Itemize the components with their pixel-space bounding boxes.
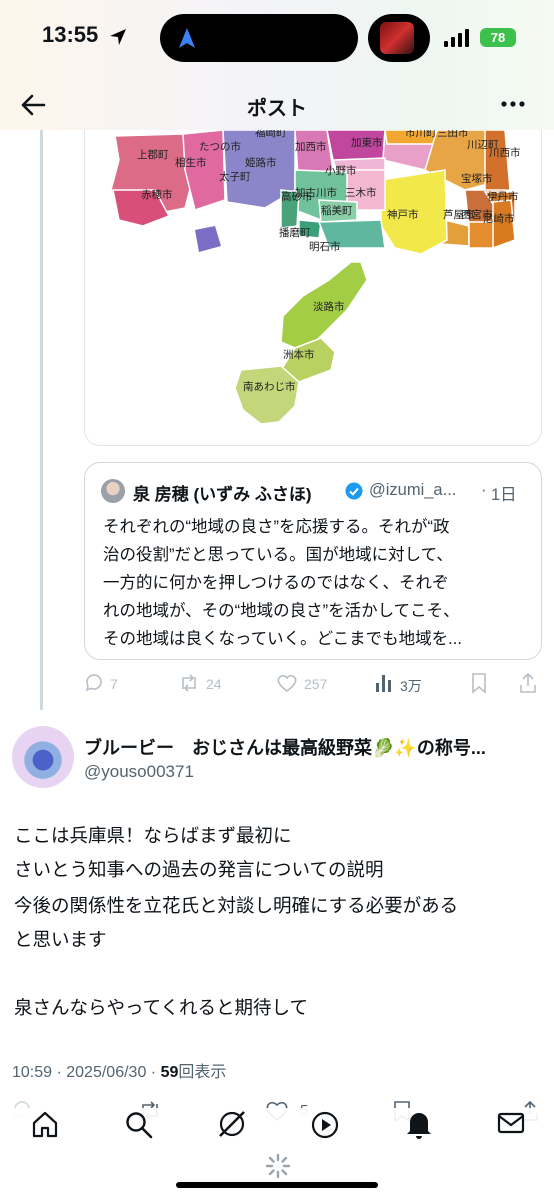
grok-icon[interactable]	[216, 1108, 248, 1140]
map-region-islands	[195, 226, 221, 252]
quoted-separator: ·	[481, 481, 487, 499]
loading-spinner-icon	[265, 1153, 291, 1179]
views-icon[interactable]	[374, 673, 394, 693]
dynamic-island	[160, 14, 358, 62]
quoted-author-avatar[interactable]	[101, 479, 125, 503]
map-label: 太子町	[219, 170, 251, 183]
quoted-text-line: 治の役割”だと思っている。国が地域に対して、	[103, 546, 453, 564]
post-author-name[interactable]: ブルービー おじさんは最高級野菜🥬✨の称号...	[84, 734, 486, 760]
map-label: 姫路市	[245, 156, 277, 169]
home-icon[interactable]	[30, 1110, 60, 1138]
views-count: 3万	[400, 678, 422, 694]
map-label: 伊丹市	[487, 190, 519, 203]
home-indicator	[176, 1182, 378, 1188]
post-text-line: 今後の関係性を立花氏と対談し明確にする必要がある	[14, 895, 459, 916]
quoted-text-line: それぞれの“地域の良さ”を応援する。それが“政	[103, 518, 450, 536]
bookmark-icon[interactable]	[470, 672, 488, 694]
map-label: 洲本市	[283, 348, 315, 361]
post-text-line: と思います	[14, 929, 107, 950]
map-label: 尼崎市	[483, 212, 515, 225]
quoted-post-time: 1日	[491, 486, 517, 504]
notifications-bell-icon[interactable]	[404, 1108, 434, 1140]
status-time: 13:55	[42, 22, 99, 47]
post-text-line: ここは兵庫県！ならばまず最初に	[14, 825, 292, 846]
more-options-icon[interactable]	[500, 100, 526, 108]
map-label: 加東市	[351, 136, 383, 149]
map-label: 南あわじ市	[243, 380, 296, 393]
verified-badge-icon	[345, 482, 363, 500]
page-title: ポスト	[247, 98, 307, 120]
map-label: 明石市	[309, 240, 341, 253]
like-icon[interactable]	[276, 673, 298, 693]
map-label: 神戸市	[387, 208, 419, 221]
post-text-line: 泉さんならやってくれると期待して	[14, 997, 308, 1018]
quoted-text-line: れの地域が、その“地域の良さ”を活かしてこそ、	[103, 602, 460, 620]
quoted-author-handle: @izumi_a...	[369, 481, 457, 499]
quoted-author-name[interactable]: 泉 房穂 (いずみ ふさほ)	[133, 480, 312, 505]
post-timestamp: 10:59 · 2025/06/30 ·	[12, 1064, 161, 1081]
map-image-card[interactable]: 福崎町 市川町 加西市 加東市 三田市 川西市 上郡町 たつの市 相生市 姫路市…	[84, 130, 542, 446]
reply-count: 7	[110, 676, 118, 692]
repost-icon[interactable]	[178, 673, 200, 693]
battery-indicator: 78	[480, 28, 516, 47]
map-label: 市川町	[405, 130, 437, 139]
post-text-line: さいとう知事への過去の発言についての説明	[14, 859, 384, 880]
map-label: 三木市	[345, 186, 377, 199]
signal-icon	[444, 29, 469, 47]
map-region-minamiawaji	[234, 365, 300, 425]
map-region-nishinomiya	[468, 221, 496, 249]
map-label: 小野市	[325, 164, 357, 177]
reply-icon[interactable]	[84, 673, 104, 693]
share-icon[interactable]	[518, 672, 538, 694]
map-label: 川辺町	[467, 139, 499, 151]
map-label: 稲美町	[321, 204, 353, 217]
map-label: たつの市	[199, 140, 241, 153]
quoted-text-line: 一方的に何かを押しつけるのではなく、それぞ	[103, 574, 449, 592]
map-label: 加西市	[295, 140, 327, 153]
quoted-text-line: その地域は良くなっていく。どこまでも地域を...	[103, 630, 462, 648]
map-label: 高砂市	[281, 190, 313, 203]
map-label: 相生市	[175, 156, 207, 169]
navigation-arrow-icon	[179, 28, 195, 48]
map-label: 淡路市	[313, 300, 345, 313]
post-views-label: 回表示	[178, 1064, 227, 1081]
map-label: 播磨町	[279, 226, 311, 239]
map-label: 宝塚市	[461, 172, 493, 185]
quoted-post-card[interactable]: 泉 房穂 (いずみ ふさほ) @izumi_a... · 1日 それぞれの“地域…	[84, 462, 542, 660]
messages-envelope-icon[interactable]	[496, 1108, 528, 1136]
now-playing-thumbnail[interactable]	[368, 14, 430, 62]
repost-count: 24	[206, 676, 222, 692]
map-label: 赤穂市	[141, 188, 173, 201]
location-arrow-icon	[110, 29, 126, 45]
album-art	[380, 22, 414, 54]
video-play-icon[interactable]	[310, 1110, 340, 1140]
thread-connector-line	[40, 130, 43, 710]
search-icon[interactable]	[124, 1110, 154, 1140]
map-label: 福崎町	[255, 130, 287, 139]
like-count: 257	[304, 676, 328, 692]
post-meta: 10:59 · 2025/06/30 · 59回表示	[12, 1058, 226, 1082]
hyogo-map: 福崎町 市川町 加西市 加東市 三田市 川西市 上郡町 たつの市 相生市 姫路市…	[110, 130, 521, 425]
post-views-count: 59	[160, 1064, 179, 1081]
post-author-handle[interactable]: @youso00371	[84, 762, 194, 782]
post-author-avatar[interactable]	[12, 726, 74, 788]
map-label: 三田市	[437, 130, 469, 139]
map-label: 上郡町	[137, 149, 169, 161]
